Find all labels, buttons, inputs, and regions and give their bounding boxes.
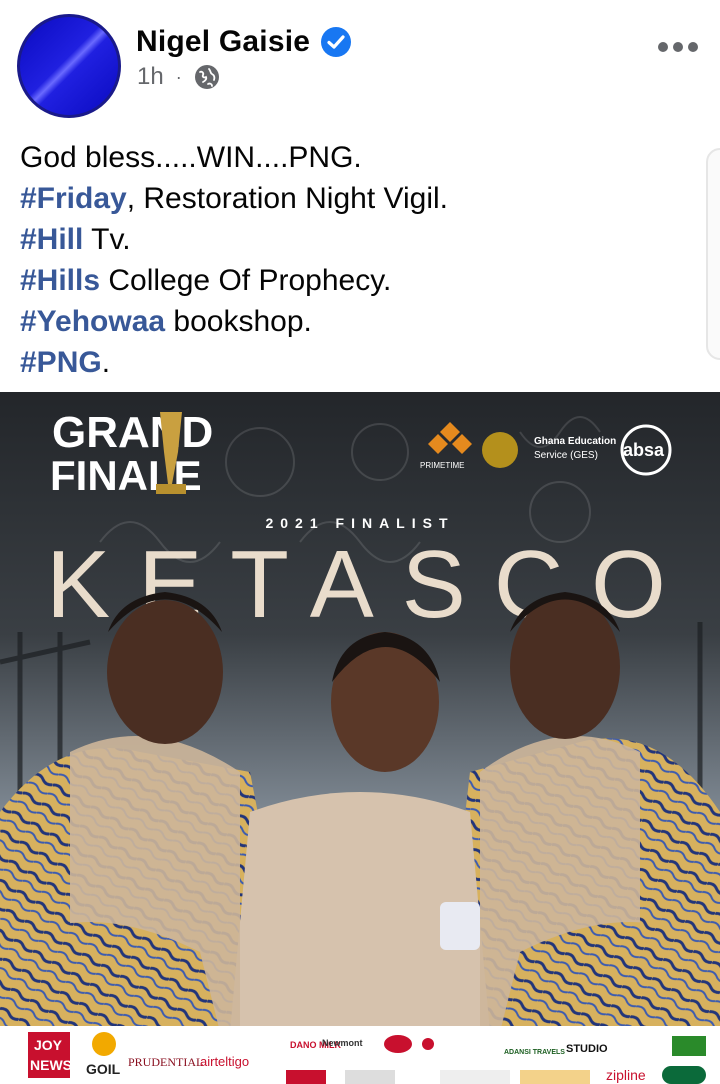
sponsor-primetime: PRIMETIME [420,461,464,470]
verified-badge-icon [321,27,352,57]
footer-adansi: ADANSI TRAVELS [504,1049,565,1056]
hashtag-link[interactable]: #Yehowaa [20,305,165,338]
hashtag-link[interactable]: #Hill [20,223,83,256]
footer-newmont: Newmont [322,1038,363,1048]
post-line: #Hill Tv. [20,219,700,260]
sponsor-ges-top: Ghana Education [534,436,616,447]
more-dot [688,42,698,52]
post-line-text: bookshop. [165,305,312,338]
post-line-text: Tv. [83,223,131,256]
globe-icon[interactable] [194,64,220,90]
hashtag-link[interactable]: #Hills [20,264,100,297]
logo-line1: GRAND [52,408,213,457]
post-line-text: , Restoration Night Vigil. [126,182,448,215]
post-line: #Friday, Restoration Night Vigil. [20,178,700,219]
sponsor-strip-art: JOY NEWS GOIL PRUDENTIAL airteltigo DANO… [28,1032,706,1084]
author-name[interactable]: Nigel Gaisie [136,25,310,59]
post-photo[interactable]: GRAND FINALE PRIMETIME Ghana Education S… [0,392,720,1084]
post-line: #Hills College Of Prophecy. [20,260,700,301]
post-line: #Yehowaa bookshop. [20,301,700,342]
footer-goil: GOIL [86,1061,121,1077]
footer-joy-bottom: NEWS [30,1057,72,1073]
author-row: Nigel Gaisie [136,22,352,62]
footer-studio: STUDIO [566,1043,608,1055]
photo-subtitle: 2021 FINALIST [265,515,454,531]
grand-finale-logo: GRAND FINALE [50,408,213,499]
photo-artwork: GRAND FINALE PRIMETIME Ghana Education S… [0,392,720,1084]
footer-zipline: zipline [606,1067,646,1083]
avatar[interactable] [17,14,121,118]
post-body: God bless.....WIN....PNG. #Friday, Resto… [20,137,700,383]
post-timestamp[interactable]: 1h [137,63,164,91]
sponsor-strip: JOY NEWS GOIL PRUDENTIAL airteltigo DANO… [0,1026,720,1084]
hashtag-link[interactable]: #Friday [20,182,127,215]
sponsor-absa: absa [623,440,665,460]
hashtag-link[interactable]: #PNG [20,346,102,379]
adjacent-card-edge [706,148,720,360]
more-options-icon[interactable] [658,32,698,62]
post-line: God bless.....WIN....PNG. [20,137,700,178]
more-dot [658,42,668,52]
footer-airteltigo: airteltigo [200,1054,249,1069]
meta-separator: · [175,66,182,87]
more-dot [673,42,683,52]
post-meta: 1h · [137,62,220,92]
footer-prudential: PRUDENTIAL [128,1055,203,1069]
post-header: Nigel Gaisie 1h · [0,0,720,120]
post-line-text: College Of Prophecy. [100,264,392,297]
post-line-text: God bless.....WIN....PNG. [20,141,362,174]
footer-joy-top: JOY [34,1037,63,1053]
post-line-text: . [101,346,111,379]
sponsor-ges-bottom: Service (GES) [534,450,598,461]
post-line: #PNG. [20,342,700,383]
